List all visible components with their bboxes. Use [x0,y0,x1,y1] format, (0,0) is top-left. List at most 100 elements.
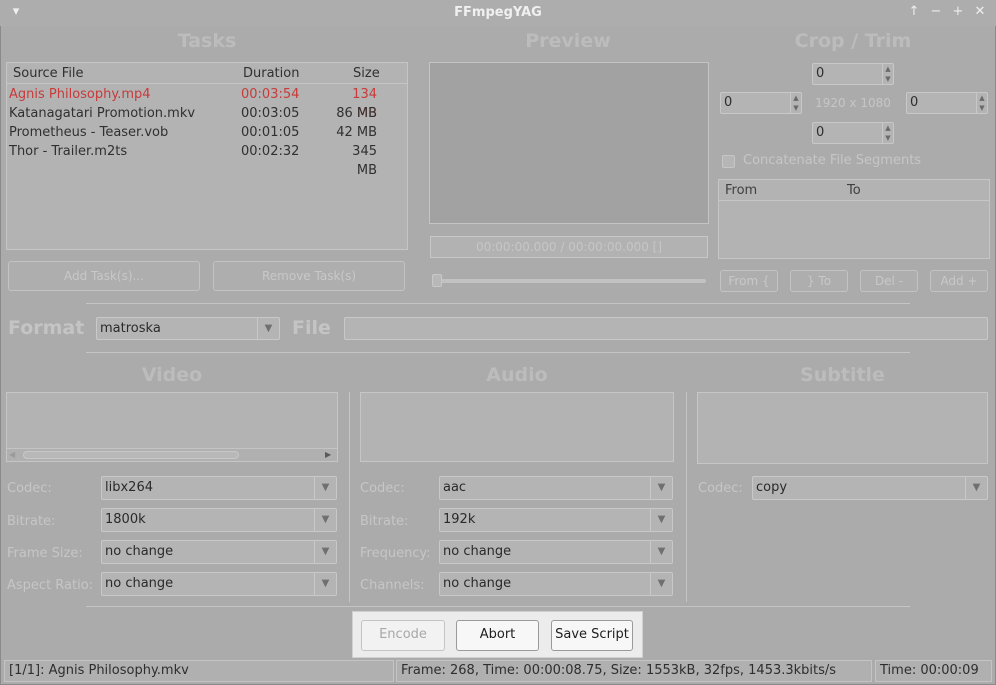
subtitle-codec-select[interactable]: copy ▼ [752,476,988,500]
spinner-arrows-icon[interactable]: ▲ ▼ [882,123,893,143]
audio-frequency-select[interactable]: no change ▼ [439,540,673,564]
audio-channels-select[interactable]: no change ▼ [439,572,673,596]
task-file: Agnis Philosophy.mp4 [9,87,151,102]
format-value: matroska [100,321,161,336]
video-heading: Video [141,364,203,386]
video-list-scroll-thumb[interactable] [23,451,239,459]
status-progress: Frame: 268, Time: 00:00:08.75, Size: 155… [396,660,872,682]
video-framesize-label: Frame Size: [7,546,83,561]
video-stream-list[interactable]: ◀ ▶ [6,392,338,462]
separator [86,352,910,353]
scroll-left-icon[interactable]: ◀ [9,450,15,459]
format-select[interactable]: matroska ▼ [96,317,280,340]
task-duration: 00:03:05 [241,106,300,121]
minimize-icon[interactable]: − [928,4,944,20]
remove-tasks-button[interactable]: Remove Task(s) [213,261,405,291]
crop-right-spinner[interactable]: 0 ▲ ▼ [906,92,988,114]
video-codec-label: Codec: [7,481,52,496]
close-icon[interactable]: ✕ [972,4,988,20]
audio-frequency-value: no change [443,544,512,559]
format-label: Format [8,317,85,339]
save-script-button[interactable]: Save Script [551,620,633,651]
task-size: 345 MB [352,144,377,178]
abort-button[interactable]: Abort [456,620,539,651]
crop-left-spinner[interactable]: 0 ▲ ▼ [720,92,802,114]
audio-bitrate-select[interactable]: 192k ▼ [439,508,673,532]
concat-label: Concatenate File Segments [743,153,922,168]
video-aspect-select[interactable]: no change ▼ [101,572,337,596]
separator [86,606,910,607]
task-size: 42 MB [336,125,377,140]
task-table-header: Source File Duration Size [7,63,407,84]
video-framesize-select[interactable]: no change ▼ [101,540,337,564]
video-aspect-label: Aspect Ratio: [7,578,94,593]
add-tasks-button[interactable]: Add Task(s)... [8,261,200,291]
task-row[interactable]: Prometheus - Teaser.vob 00:01:05 42 MB [7,123,405,142]
trim-to-button[interactable]: } To [790,270,848,292]
video-list-scrollbar[interactable]: ◀ ▶ [7,448,337,461]
chevron-down-icon: ▼ [650,573,672,595]
trim-from-button[interactable]: From { [720,270,778,292]
segments-table[interactable]: From To [718,179,990,259]
task-file: Thor - Trailer.m2ts [9,144,128,159]
subtitle-stream-list[interactable] [697,392,988,464]
window-title: FFmpegYAG [454,5,542,20]
spinner-arrows-icon[interactable]: ▲ ▼ [882,64,893,84]
video-codec-select[interactable]: libx264 ▼ [101,476,337,500]
task-duration: 00:03:54 [241,87,300,102]
crop-left-value: 0 [724,95,733,110]
segment-add-button[interactable]: Add + [930,270,988,292]
preview-heading: Preview [525,30,611,52]
task-row[interactable]: Thor - Trailer.m2ts 00:02:32 345 MB [7,142,405,178]
video-bitrate-value: 1800k [105,512,146,527]
preview-time: 00:00:00.000 / 00:00:00.000 [] [430,236,708,258]
audio-heading: Audio [486,364,548,386]
task-row[interactable]: Agnis Philosophy.mp4 00:03:54 134 MB [7,85,405,121]
task-duration: 00:02:32 [241,144,300,159]
chevron-down-icon: ▼ [314,477,336,499]
chevron-down-icon: ▼ [314,573,336,595]
crop-bottom-spinner[interactable]: 0 ▲ ▼ [812,122,894,144]
output-file-input[interactable] [344,317,988,340]
audio-channels-value: no change [443,576,512,591]
audio-frequency-label: Frequency: [360,546,431,561]
crop-top-spinner[interactable]: 0 ▲ ▼ [812,63,894,85]
task-row[interactable]: Katanagatari Promotion.mkv 00:03:05 86 M… [7,104,405,123]
spinner-arrows-icon[interactable]: ▲ ▼ [976,93,987,113]
keep-above-icon[interactable]: ↑ [906,4,922,20]
status-time: Time: 00:00:09 [875,660,992,682]
chevron-down-icon: ▼ [650,477,672,499]
task-file: Katanagatari Promotion.mkv [9,106,196,121]
concat-checkbox[interactable] [722,155,735,168]
task-size: 86 MB [336,106,377,121]
video-aspect-value: no change [105,576,174,591]
chevron-down-icon: ▼ [314,509,336,531]
column-from[interactable]: From [725,180,757,201]
task-table[interactable]: Source File Duration Size Agnis Philosop… [6,62,408,250]
audio-codec-value: aac [443,480,467,495]
audio-codec-select[interactable]: aac ▼ [439,476,673,500]
column-duration[interactable]: Duration [243,63,299,84]
separator [349,392,350,602]
video-framesize-value: no change [105,544,174,559]
video-bitrate-label: Bitrate: [7,514,56,529]
encode-button[interactable]: Encode [361,620,445,651]
separator [86,303,910,304]
column-source-file[interactable]: Source File [13,63,84,84]
crop-top-value: 0 [816,66,825,81]
preview-slider-track[interactable] [432,279,706,283]
preview-slider-handle[interactable] [432,274,442,287]
maximize-icon[interactable]: + [950,4,966,20]
column-size[interactable]: Size [353,63,380,84]
audio-stream-list[interactable] [360,392,674,462]
audio-codec-label: Codec: [360,481,405,496]
spinner-arrows-icon[interactable]: ▲ ▼ [790,93,801,113]
scroll-right-icon[interactable]: ▶ [325,450,331,459]
video-bitrate-select[interactable]: 1800k ▼ [101,508,337,532]
chevron-down-icon: ▼ [650,509,672,531]
column-to[interactable]: To [847,180,861,201]
separator [686,392,687,602]
subtitle-codec-value: copy [756,480,788,495]
segment-delete-button[interactable]: Del - [860,270,918,292]
chevron-down-icon: ▼ [314,541,336,563]
